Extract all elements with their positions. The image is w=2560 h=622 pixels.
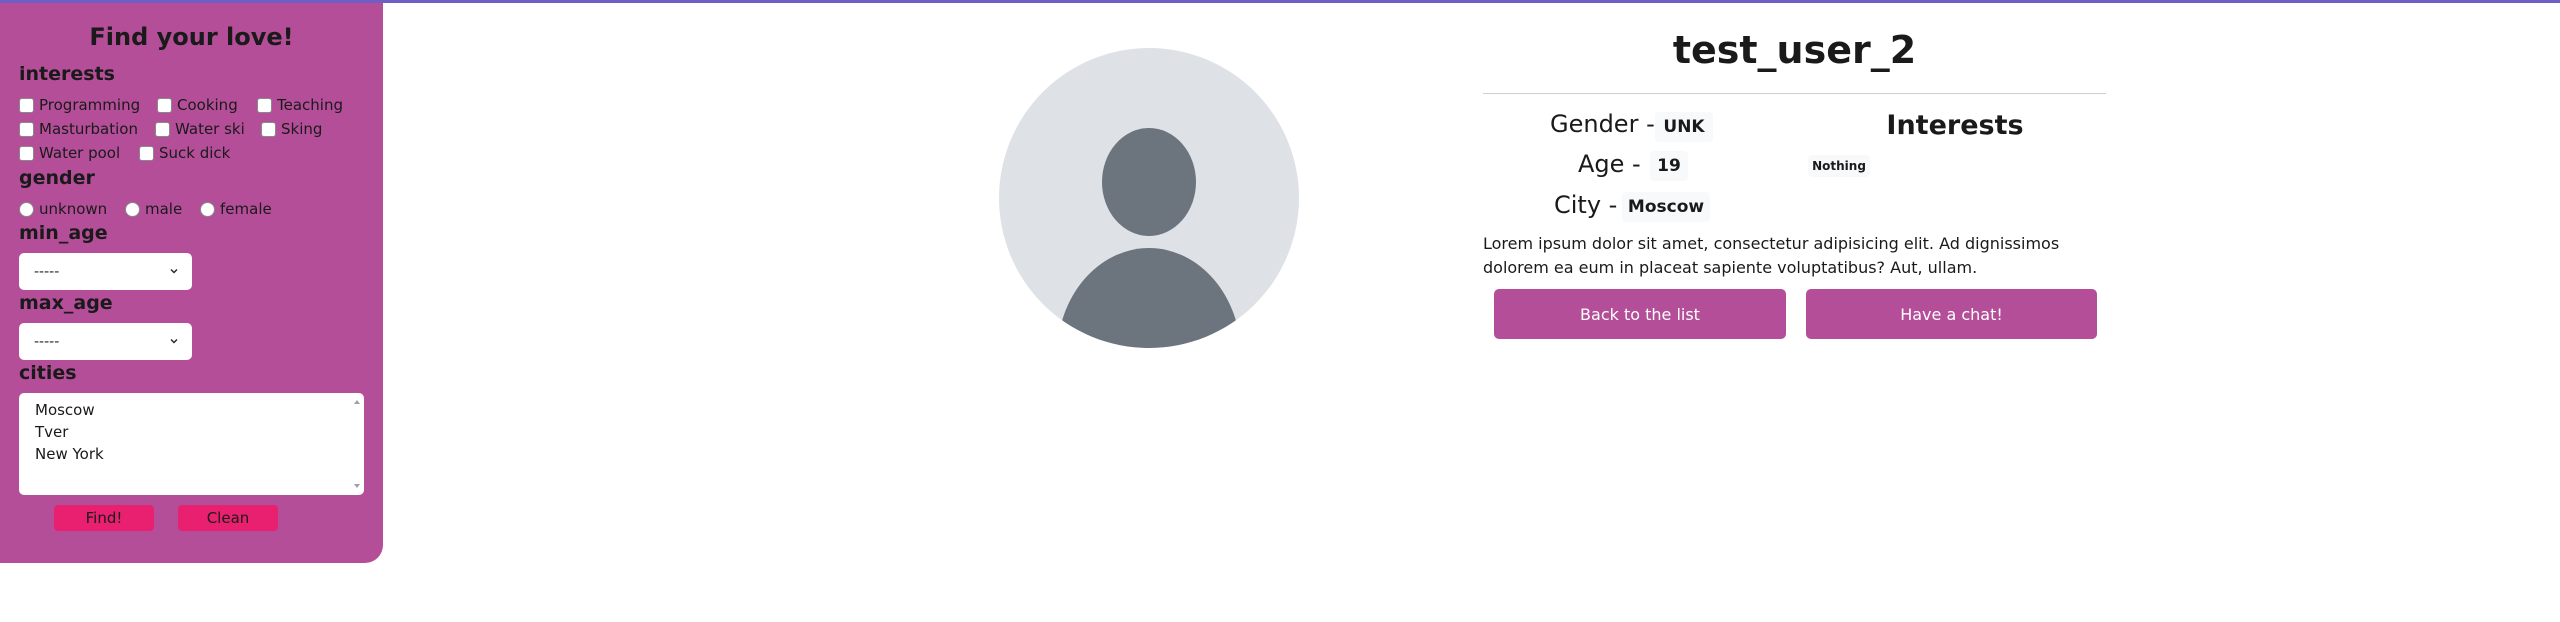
interest-label: Programming xyxy=(39,96,141,114)
avatar-placeholder-icon xyxy=(999,48,1299,348)
top-border xyxy=(0,0,2560,3)
chevron-down-icon xyxy=(170,339,178,344)
profile-description: Lorem ipsum dolor sit amet, consectetur … xyxy=(1483,234,2060,277)
divider xyxy=(1483,93,2106,94)
interest-label: Masturbation xyxy=(39,120,138,138)
interest-label: Water ski xyxy=(175,120,245,138)
have-chat-button[interactable]: Have a chat! xyxy=(1806,289,2097,339)
interest-checkbox-programming[interactable]: Programming xyxy=(19,96,140,114)
interest-badge: Nothing xyxy=(1808,155,1870,177)
gender-value-badge: UNK xyxy=(1655,112,1713,142)
interest-checkbox-water-ski[interactable]: Water ski xyxy=(155,120,245,138)
checkbox-box[interactable] xyxy=(261,121,276,137)
scroll-up-arrow-icon xyxy=(354,400,360,404)
max-age-select[interactable]: ----- xyxy=(19,323,192,360)
gender-option-label: female xyxy=(220,200,272,218)
gender-option-label: unknown xyxy=(39,200,108,218)
radio-circle[interactable] xyxy=(125,201,140,217)
sidebar-title: Find your love! xyxy=(89,23,294,51)
gender-option-label: male xyxy=(145,200,183,218)
city-option[interactable]: Tver xyxy=(35,421,364,443)
interest-label: Sking xyxy=(281,120,323,138)
checkbox-box[interactable] xyxy=(19,145,34,161)
clean-button[interactable]: Clean xyxy=(178,505,278,531)
max-age-label: max_age xyxy=(19,292,113,314)
city-option[interactable]: New York xyxy=(35,443,364,465)
city-option[interactable]: Moscow xyxy=(35,399,364,421)
radio-circle[interactable] xyxy=(200,201,215,217)
back-to-list-button[interactable]: Back to the list xyxy=(1494,289,1786,339)
gender-radio-unknown[interactable]: unknown xyxy=(19,200,107,218)
interest-label: Water pool xyxy=(39,144,121,162)
scroll-down-arrow-icon xyxy=(354,484,360,488)
interest-checkbox-teaching[interactable]: Teaching xyxy=(257,96,343,114)
scrollbar[interactable] xyxy=(352,397,362,491)
checkbox-box[interactable] xyxy=(19,97,34,113)
checkbox-box[interactable] xyxy=(139,145,154,161)
interests-label: interests xyxy=(19,63,115,85)
checkbox-box[interactable] xyxy=(19,121,34,137)
search-sidebar: Find your love! interests Programming Co… xyxy=(0,3,383,563)
min-age-value: ----- xyxy=(34,263,60,280)
gender-radio-female[interactable]: female xyxy=(200,200,272,218)
interest-checkbox-cooking[interactable]: Cooking xyxy=(157,96,238,114)
city-field-label: City - xyxy=(1554,191,1618,219)
age-field-label: Age - xyxy=(1578,150,1641,178)
find-button[interactable]: Find! xyxy=(54,505,154,531)
city-value-badge: Moscow xyxy=(1622,192,1710,222)
chevron-down-icon xyxy=(170,269,178,274)
gender-label: gender xyxy=(19,167,95,189)
gender-field-label: Gender - xyxy=(1550,110,1655,138)
interest-checkbox-suck-dick[interactable]: Suck dick xyxy=(139,144,230,162)
radio-circle[interactable] xyxy=(19,201,34,217)
interest-checkbox-sking[interactable]: Sking xyxy=(261,120,322,138)
profile-username: test_user_2 xyxy=(1672,28,1917,72)
min-age-label: min_age xyxy=(19,222,108,244)
interests-title: Interests xyxy=(1886,110,2024,141)
interest-label: Suck dick xyxy=(159,144,231,162)
cities-label: cities xyxy=(19,362,77,384)
interest-checkbox-masturbation[interactable]: Masturbation xyxy=(19,120,138,138)
max-age-value: ----- xyxy=(34,333,60,350)
interest-checkbox-water-pool[interactable]: Water pool xyxy=(19,144,120,162)
interest-label: Cooking xyxy=(177,96,238,114)
gender-radio-male[interactable]: male xyxy=(125,200,182,218)
interest-label: Teaching xyxy=(277,96,343,114)
checkbox-box[interactable] xyxy=(157,97,172,113)
age-value-badge: 19 xyxy=(1650,151,1688,181)
min-age-select[interactable]: ----- xyxy=(19,253,192,290)
cities-listbox[interactable]: Moscow Tver New York xyxy=(19,393,364,495)
checkbox-box[interactable] xyxy=(257,97,272,113)
checkbox-box[interactable] xyxy=(155,121,170,137)
